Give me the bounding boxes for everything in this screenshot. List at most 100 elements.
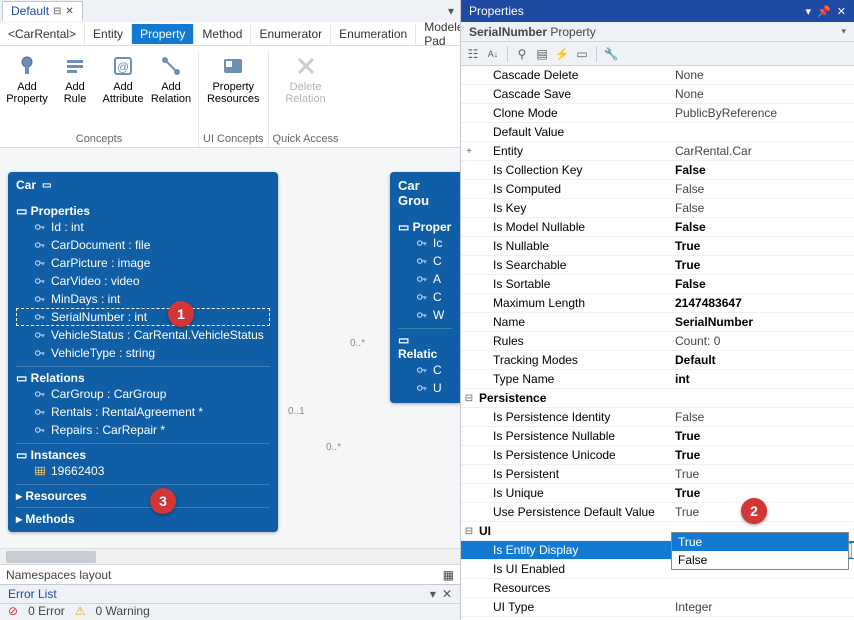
- instance-item[interactable]: 19662403: [16, 462, 270, 480]
- relation-item[interactable]: Repairs : CarRepair *: [16, 421, 270, 439]
- property-item[interactable]: CarPicture : image: [16, 254, 270, 272]
- property-row[interactable]: RulesCount: 0: [461, 332, 854, 351]
- property-value[interactable]: SerialNumber: [671, 315, 854, 329]
- property-row[interactable]: Is NullableTrue: [461, 237, 854, 256]
- group-item[interactable]: ▭ Relatic: [398, 328, 452, 361]
- sort-az-icon[interactable]: A↓: [485, 46, 501, 62]
- relation-item[interactable]: CarGroup : CarGroup: [16, 385, 270, 403]
- dropdown-opt-false[interactable]: False: [672, 551, 848, 569]
- crumb-property[interactable]: Property: [132, 24, 194, 44]
- add-rule-button[interactable]: AddRule: [52, 52, 98, 130]
- property-value[interactable]: True: [671, 467, 854, 481]
- property-row[interactable]: Is Collection KeyFalse: [461, 161, 854, 180]
- category-row-persistence[interactable]: ⊟ Persistence: [461, 389, 854, 408]
- chevron-down-icon[interactable]: ▾: [841, 26, 846, 37]
- relation-item[interactable]: Rentals : RentalAgreement *: [16, 403, 270, 421]
- layout-icon[interactable]: ▦: [443, 568, 454, 582]
- property-item[interactable]: SerialNumber : int: [16, 308, 270, 326]
- property-item[interactable]: Id : int: [16, 218, 270, 236]
- pin-icon[interactable]: ⊟: [53, 6, 61, 17]
- property-row[interactable]: Is Persistence IdentityFalse: [461, 408, 854, 427]
- property-row[interactable]: UI TypeInteger: [461, 598, 854, 617]
- chevron-down-icon[interactable]: ▾: [430, 587, 436, 601]
- property-row[interactable]: Is Persistence UnicodeTrue: [461, 446, 854, 465]
- filter-icon[interactable]: ⚲: [514, 46, 530, 62]
- add-relation-button[interactable]: AddRelation: [148, 52, 194, 130]
- node-section-properties[interactable]: ▭ Properties: [16, 200, 270, 218]
- crumb-modelerpad[interactable]: Modeler Pad: [416, 22, 460, 46]
- entity-node-car[interactable]: Car ▭ ▭ Properties Id : intCarDocument :…: [8, 172, 278, 532]
- property-row[interactable]: Is Model NullableFalse: [461, 218, 854, 237]
- property-row[interactable]: Is ComputedFalse: [461, 180, 854, 199]
- property-row[interactable]: Use Persistence Default ValueTrue: [461, 503, 854, 522]
- property-row[interactable]: Is Persistence NullableTrue: [461, 427, 854, 446]
- property-value[interactable]: 2147483647: [671, 296, 854, 310]
- property-value[interactable]: True: [671, 448, 854, 462]
- close-icon[interactable]: ✕: [442, 587, 452, 601]
- property-value[interactable]: False: [671, 163, 854, 177]
- property-row[interactable]: Clone ModePublicByReference: [461, 104, 854, 123]
- pages-icon[interactable]: ▭: [574, 46, 590, 62]
- expand-icon[interactable]: +: [461, 146, 477, 157]
- pin-icon[interactable]: 📌: [817, 5, 831, 18]
- property-item[interactable]: MinDays : int: [16, 290, 270, 308]
- horizontal-scrollbar[interactable]: [0, 548, 460, 564]
- value-dropdown[interactable]: True False: [671, 532, 849, 570]
- property-row[interactable]: Maximum Length2147483647: [461, 294, 854, 313]
- close-icon[interactable]: ✕: [65, 6, 73, 17]
- dropdown-opt-true[interactable]: True: [672, 533, 848, 551]
- property-item[interactable]: VehicleType : string: [16, 344, 270, 362]
- node-section-relations[interactable]: ▭ Relations: [16, 366, 270, 385]
- property-value[interactable]: True: [671, 429, 854, 443]
- property-row[interactable]: Is SearchableTrue: [461, 256, 854, 275]
- crumb-carrental[interactable]: <CarRental>: [0, 24, 85, 44]
- crumb-enumeration[interactable]: Enumeration: [331, 24, 416, 44]
- group-item[interactable]: C: [398, 361, 452, 379]
- add-property-button[interactable]: AddProperty: [4, 52, 50, 130]
- property-row[interactable]: +EntityCarRental.Car: [461, 142, 854, 161]
- group-item[interactable]: W: [398, 306, 452, 324]
- categorize-icon[interactable]: ☷: [465, 46, 481, 62]
- crumb-entity[interactable]: Entity: [85, 24, 132, 44]
- add-attribute-button[interactable]: @ AddAttribute: [100, 52, 146, 130]
- properties-selector[interactable]: SerialNumber Property ▾: [461, 22, 854, 42]
- property-item[interactable]: CarVideo : video: [16, 272, 270, 290]
- property-row[interactable]: Is PersistentTrue: [461, 465, 854, 484]
- property-item[interactable]: VehicleStatus : CarRental.VehicleStatus: [16, 326, 270, 344]
- chevron-down-icon[interactable]: ▾: [806, 5, 812, 18]
- group-item[interactable]: C: [398, 252, 452, 270]
- node-section-methods[interactable]: ▸ Methods: [16, 507, 270, 526]
- property-value[interactable]: True: [671, 239, 854, 253]
- property-value[interactable]: Count: 0: [671, 334, 854, 348]
- events-icon[interactable]: ⚡: [554, 46, 570, 62]
- property-value[interactable]: Default: [671, 353, 854, 367]
- wrench-icon[interactable]: 🔧: [603, 46, 619, 62]
- group-item[interactable]: C: [398, 288, 452, 306]
- node-section-instances[interactable]: ▭ Instances: [16, 443, 270, 462]
- property-row[interactable]: Is KeyFalse: [461, 199, 854, 218]
- property-value[interactable]: False: [671, 182, 854, 196]
- list-icon[interactable]: ▤: [534, 46, 550, 62]
- property-row[interactable]: Tracking ModesDefault: [461, 351, 854, 370]
- group-item[interactable]: ▭ Proper: [398, 216, 452, 234]
- property-value[interactable]: int: [671, 372, 854, 386]
- node-section-resources[interactable]: ▸ Resources: [16, 484, 270, 503]
- group-item[interactable]: A: [398, 270, 452, 288]
- tab-default[interactable]: Default ⊟ ✕: [2, 1, 83, 21]
- property-value[interactable]: False: [671, 201, 854, 215]
- collapse-icon[interactable]: ⊟: [461, 393, 477, 404]
- property-value[interactable]: False: [671, 220, 854, 234]
- property-item[interactable]: CarDocument : file: [16, 236, 270, 254]
- modeler-canvas[interactable]: Car ▭ ▭ Properties Id : intCarDocument :…: [0, 148, 460, 548]
- group-item[interactable]: Ic: [398, 234, 452, 252]
- crumb-enumerator[interactable]: Enumerator: [251, 24, 331, 44]
- property-row[interactable]: NameSerialNumber: [461, 313, 854, 332]
- property-value[interactable]: None: [671, 68, 854, 82]
- property-row[interactable]: Default Value: [461, 123, 854, 142]
- property-value[interactable]: PublicByReference: [671, 106, 854, 120]
- property-value[interactable]: True: [671, 258, 854, 272]
- property-value[interactable]: False: [671, 410, 854, 424]
- property-row[interactable]: Cascade SaveNone: [461, 85, 854, 104]
- entity-node-cargroup[interactable]: Car Grou ▭ ProperIcCACW▭ RelaticCU: [390, 172, 460, 403]
- property-value[interactable]: Integer: [671, 600, 854, 614]
